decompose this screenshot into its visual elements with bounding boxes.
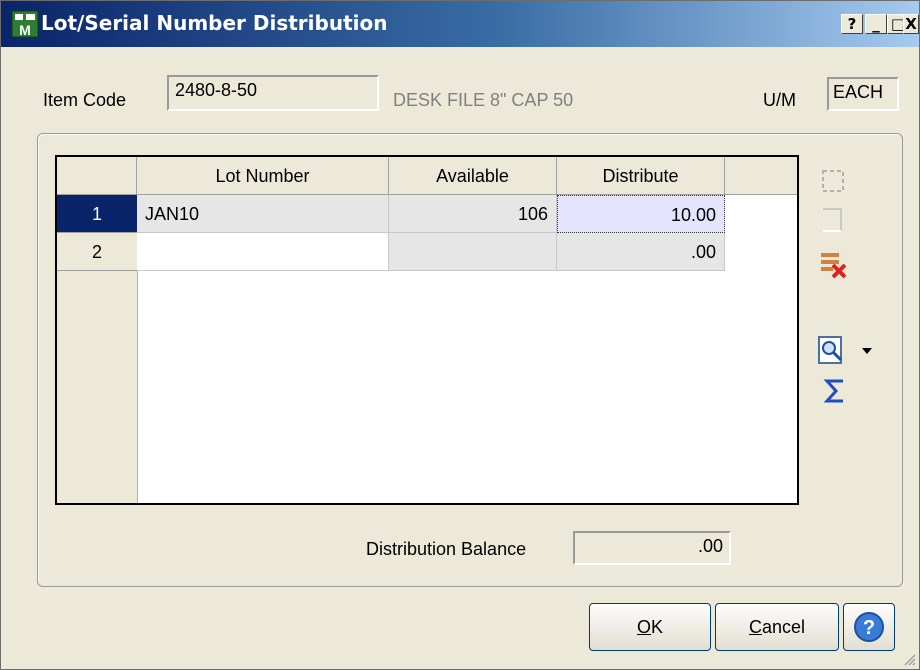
window-title: Lot/Serial Number Distribution	[41, 11, 388, 35]
row-number[interactable]: 2	[57, 233, 137, 271]
cell-available: 106	[389, 195, 557, 233]
col-header-distribute[interactable]: Distribute	[557, 157, 725, 195]
resize-grip-icon[interactable]	[901, 651, 917, 667]
um-field: EACH	[827, 77, 899, 111]
title-bar: M Lot/Serial Number Distribution ? _ □ X	[1, 1, 919, 47]
minimize-button[interactable]: _	[865, 14, 887, 34]
svg-text:M: M	[19, 22, 31, 38]
item-code-label: Item Code	[43, 90, 127, 110]
dialog-window: M Lot/Serial Number Distribution ? _ □ X…	[0, 0, 920, 670]
cell-lot-number[interactable]: JAN10	[137, 195, 389, 233]
help-button[interactable]: ?	[843, 603, 895, 651]
distribution-balance-label: Distribution Balance	[366, 539, 527, 559]
ok-label: K	[651, 617, 664, 637]
cancel-button[interactable]: Cancel	[715, 603, 839, 651]
col-header-lot-number[interactable]: Lot Number	[137, 157, 389, 195]
close-button[interactable]: X	[903, 14, 919, 34]
cell-distribute[interactable]: 10.00	[557, 195, 725, 233]
item-description: DESK FILE 8" CAP 50	[393, 90, 574, 110]
lookup-icon[interactable]	[817, 335, 849, 367]
svg-text:?: ?	[863, 617, 875, 639]
sum-icon[interactable]	[819, 375, 851, 407]
dropdown-arrow-icon[interactable]	[857, 335, 877, 367]
col-header-filler	[725, 157, 797, 195]
ok-mnemonic: O	[636, 617, 651, 637]
delete-row-icon[interactable]	[819, 249, 851, 281]
blank-row-icon[interactable]	[819, 205, 851, 237]
distribution-balance-field: .00	[573, 531, 731, 565]
ok-button[interactable]: OK	[589, 603, 711, 651]
lot-grid[interactable]: Lot Number Available Distribute 1 JAN10 …	[55, 155, 799, 505]
cell-lot-number[interactable]	[137, 233, 389, 271]
app-icon: M	[11, 10, 39, 38]
col-header-available[interactable]: Available	[389, 157, 557, 195]
cancel-label: ancel	[761, 617, 806, 637]
help-icon: ?	[854, 612, 884, 642]
cell-available	[389, 233, 557, 271]
insert-row-icon[interactable]	[819, 167, 851, 199]
grid-corner	[57, 157, 137, 195]
row-number[interactable]: 1	[57, 195, 137, 233]
cell-distribute[interactable]: .00	[557, 233, 725, 271]
um-label: U/M	[763, 90, 796, 110]
help-title-button[interactable]: ?	[841, 14, 863, 34]
item-code-field[interactable]: 2480-8-50	[167, 75, 379, 111]
cancel-mnemonic: C	[748, 617, 762, 637]
